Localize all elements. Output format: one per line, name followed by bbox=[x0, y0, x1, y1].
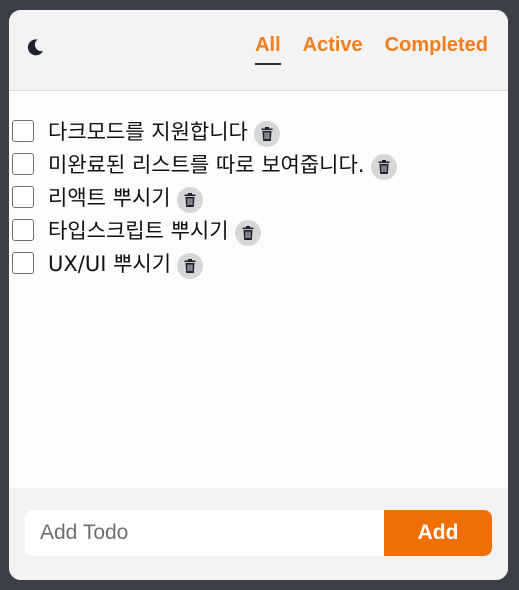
add-button[interactable]: Add bbox=[384, 510, 492, 556]
todo-checkbox[interactable] bbox=[12, 119, 34, 142]
trash-icon bbox=[184, 192, 196, 207]
todo-text: 타입스크립트 뿌시기 bbox=[48, 218, 229, 243]
moon-icon[interactable] bbox=[25, 37, 45, 57]
filter-active[interactable]: Active bbox=[303, 34, 363, 61]
header: All Active Completed bbox=[9, 10, 508, 91]
todo-item: 타입스크립트 뿌시기 bbox=[9, 213, 397, 246]
trash-icon bbox=[378, 159, 389, 174]
delete-button[interactable] bbox=[177, 252, 204, 279]
todo-checkbox[interactable] bbox=[12, 152, 34, 175]
delete-button[interactable] bbox=[253, 120, 280, 147]
todo-checkbox[interactable] bbox=[12, 218, 34, 241]
todo-text: UX/UI 뿌시기 bbox=[48, 251, 172, 276]
filter-all[interactable]: All bbox=[255, 34, 281, 65]
trash-icon bbox=[242, 225, 254, 240]
todo-list: 다크모드를 지원합니다 미완료된 리스트를 따로 보여줍니다. 리액트 뿌시기 … bbox=[9, 114, 397, 279]
filter-completed[interactable]: Completed bbox=[385, 34, 488, 61]
todo-item: 리액트 뿌시기 bbox=[9, 180, 397, 213]
todo-item: 다크모드를 지원합니다 bbox=[9, 114, 397, 147]
todo-checkbox[interactable] bbox=[12, 251, 34, 274]
filter-tabs: All Active Completed bbox=[255, 34, 488, 65]
trash-icon bbox=[184, 258, 196, 273]
todo-text: 다크모드를 지원합니다 bbox=[48, 119, 248, 144]
todo-checkbox[interactable] bbox=[12, 185, 34, 208]
trash-icon bbox=[261, 126, 273, 141]
todo-app: All Active Completed 다크모드를 지원합니다 미완료된 리스… bbox=[9, 10, 508, 580]
add-todo-input[interactable] bbox=[25, 510, 384, 556]
add-todo-form: Add bbox=[9, 488, 508, 580]
todo-text: 미완료된 리스트를 따로 보여줍니다. bbox=[48, 152, 365, 177]
delete-button[interactable] bbox=[234, 219, 261, 246]
delete-button[interactable] bbox=[176, 186, 203, 213]
todo-text: 리액트 뿌시기 bbox=[48, 185, 171, 210]
todo-item: UX/UI 뿌시기 bbox=[9, 246, 397, 279]
todo-item: 미완료된 리스트를 따로 보여줍니다. bbox=[9, 147, 397, 180]
delete-button[interactable] bbox=[370, 153, 397, 180]
